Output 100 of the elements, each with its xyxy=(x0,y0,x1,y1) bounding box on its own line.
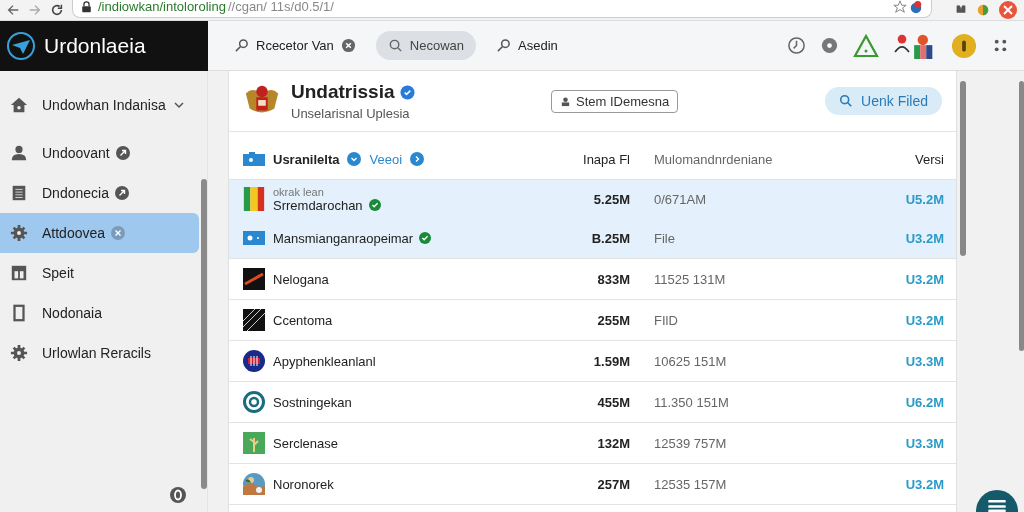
ring-icon xyxy=(243,390,265,414)
package-icon xyxy=(243,152,265,166)
layout-icon xyxy=(10,264,28,282)
table-cell-text: B.25M xyxy=(590,230,630,246)
menu-icon xyxy=(988,499,1006,512)
row-name: Mansmianganraopeimar xyxy=(273,230,414,246)
plane-logo-icon xyxy=(6,31,36,61)
sidebar-label: Nodonaia xyxy=(42,305,102,321)
sidebar-label: Attdoovea xyxy=(42,225,106,241)
close-icon[interactable] xyxy=(998,0,1018,20)
table-cell-text: U3.2M xyxy=(904,271,944,287)
star-icon[interactable] xyxy=(893,0,907,14)
sidebar-item[interactable]: Dndonecia xyxy=(0,173,199,213)
table-cell-text: U3.2M xyxy=(904,476,944,492)
table-row[interactable]: Serclenase 132M 12539 757M U3.3M xyxy=(229,423,956,464)
profile-subtitle: Unselarisnal Uplesia xyxy=(291,106,411,121)
gear-icon xyxy=(10,344,28,362)
clock-icon[interactable] xyxy=(787,36,806,55)
warning-icon[interactable] xyxy=(853,32,879,59)
lock-icon xyxy=(81,0,92,13)
toolbar-tab[interactable]: Rcecetor Van xyxy=(222,31,368,60)
arrow-badge-icon xyxy=(115,146,130,160)
tag-button[interactable]: Stem IDemesna xyxy=(551,89,679,113)
streak-icon xyxy=(243,267,265,291)
sidebar-item[interactable]: Urlowlan Reracils xyxy=(0,333,199,373)
table-row[interactable]: Mansmianganraopeimar B.25M File U3.2M xyxy=(229,218,956,259)
table-cell-text: U3.3M xyxy=(904,435,944,451)
flag-icon xyxy=(243,187,265,211)
chevron-icon[interactable] xyxy=(347,152,362,166)
close-icon[interactable] xyxy=(340,38,356,53)
toolbar-tab[interactable]: Necowan xyxy=(375,31,476,60)
sidebar-item[interactable]: Speit xyxy=(0,253,199,293)
table-cell-text: 255M xyxy=(596,312,630,328)
table-cell-text: 10625 151M xyxy=(653,353,728,369)
toolbar-tab[interactable]: Asedin xyxy=(484,31,570,60)
column-header[interactable]: Mulomandnrdeniane xyxy=(630,151,854,167)
address-bar[interactable]: /indiowkan/intoloroling//cgan/ 11s/d0.5/1/ xyxy=(72,0,932,18)
pin-icon xyxy=(234,38,249,53)
sidebar-item[interactable]: Undoovant xyxy=(0,133,199,173)
sidebar-item[interactable]: Attdoovea xyxy=(0,213,199,253)
sidebar-label: Urlowlan Reracils xyxy=(42,345,151,361)
row-name: Serclenase xyxy=(273,435,339,451)
phone-icon xyxy=(10,304,28,322)
column-header[interactable]: Usranilelta xyxy=(273,151,340,167)
search-icon xyxy=(387,38,403,53)
table-cell-text: 0/671AM xyxy=(653,191,708,207)
table-cell-text: U5.2M xyxy=(904,191,944,207)
table-row[interactable]: okrak lean Srremdarochan 5.25M 0/671AM U5.2M xyxy=(229,180,956,218)
pin-icon xyxy=(496,38,511,53)
row-name: Ccentoma xyxy=(273,312,333,328)
row-name: Nelogana xyxy=(273,271,329,287)
table-cell-text: 257M xyxy=(596,476,630,492)
table-row[interactable]: Sostningekan 455M 11.350 151M U6.2M xyxy=(229,382,956,423)
table-cell-text: 11.350 151M xyxy=(653,394,730,410)
info-icon[interactable] xyxy=(169,486,187,504)
profile-name: Undatrissia xyxy=(291,81,395,103)
extension-icon[interactable] xyxy=(976,3,990,17)
person-icon xyxy=(560,95,571,107)
row-name: Noronorek xyxy=(273,476,334,492)
row-name: Sostningekan xyxy=(273,394,352,410)
sidebar-label: Undowhan Indanisa xyxy=(42,97,166,113)
column-header[interactable]: Veeoi xyxy=(369,151,403,167)
table-cell-text: 833M xyxy=(596,271,630,287)
table-row[interactable]: Nelogana 833M 11525 131M U3.2M xyxy=(229,259,956,300)
document-icon xyxy=(10,184,28,202)
row-name: Srremdarochan xyxy=(273,197,363,213)
table-cell-text: U6.2M xyxy=(904,394,944,410)
table-cell-text: U3.3M xyxy=(904,353,944,369)
chevron-icon[interactable] xyxy=(410,152,425,166)
table-row[interactable]: Apyphenkleanlanl 1.59M 10625 151M U3.3M xyxy=(229,341,956,382)
reload-icon[interactable] xyxy=(50,3,64,17)
table-cell-text: 11525 131M xyxy=(653,271,727,287)
extension-icon[interactable] xyxy=(909,0,923,14)
gear-icon xyxy=(10,224,28,242)
sidebar-label: Undoovant xyxy=(42,145,110,161)
plant-icon xyxy=(243,431,265,455)
settings-icon[interactable] xyxy=(820,36,839,55)
table-cell-text: 5.25M xyxy=(592,191,630,207)
column-header[interactable]: Versi xyxy=(854,151,944,167)
sidebar-label: Speit xyxy=(42,265,74,281)
back-icon[interactable] xyxy=(6,3,20,17)
table-row[interactable]: Noronorek 257M 12535 157M U3.2M xyxy=(229,464,956,505)
row-subtitle: okrak lean xyxy=(273,185,325,198)
close-icon[interactable] xyxy=(111,226,126,240)
row-name: Apyphenkleanlanl xyxy=(273,353,376,369)
globe-icon xyxy=(243,349,265,373)
home-icon xyxy=(10,96,28,114)
column-header[interactable]: Inapa Fl xyxy=(505,151,630,167)
table-cell-text: 12539 757M xyxy=(653,435,728,451)
sidebar-item[interactable]: Undowhan Indanisa xyxy=(0,85,199,125)
table-cell-text: U3.2M xyxy=(904,312,944,328)
table-cell-text: U3.2M xyxy=(904,230,944,246)
tag-icon xyxy=(243,231,265,245)
sidebar-item[interactable]: Nodonaia xyxy=(0,293,199,333)
avatar-icon[interactable] xyxy=(951,32,977,59)
table-cell-text: 455M xyxy=(596,394,630,410)
table-row[interactable]: Ccentoma 255M FIlD U3.2M xyxy=(229,300,956,341)
hatch-icon xyxy=(243,308,265,332)
arrow-badge-icon xyxy=(114,186,129,200)
search-button[interactable]: Uenk Filed xyxy=(825,87,942,115)
